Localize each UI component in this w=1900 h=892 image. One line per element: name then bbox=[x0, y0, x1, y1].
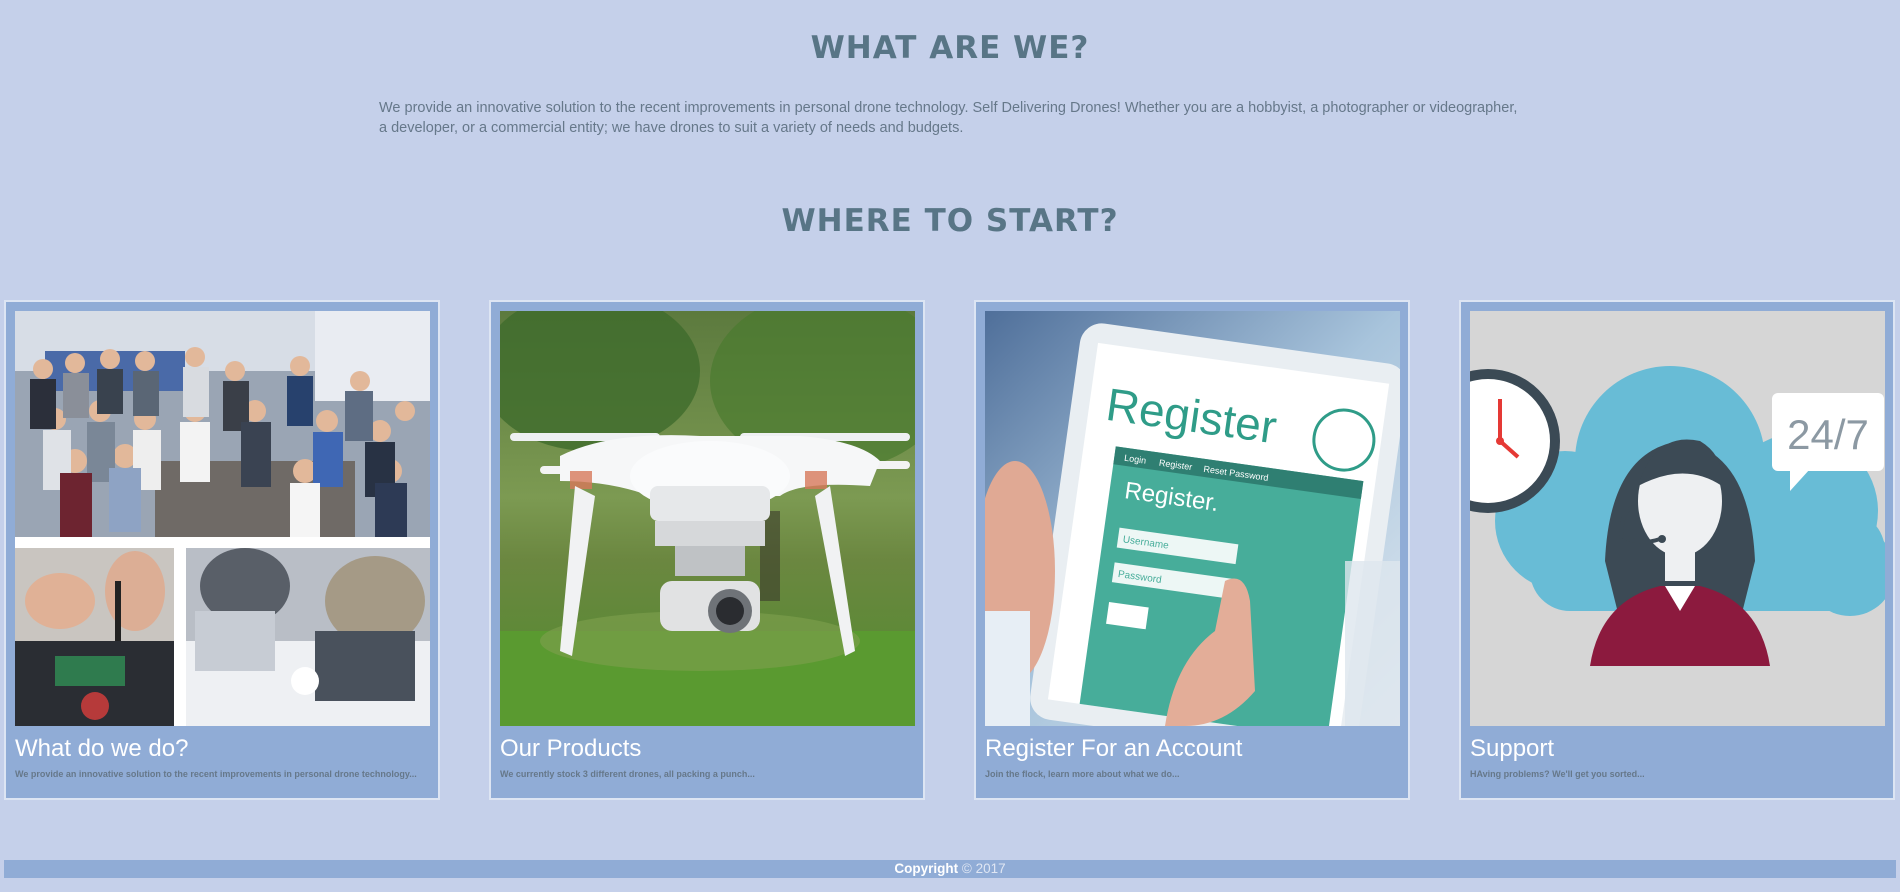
card-description: Join the flock, learn more about what we… bbox=[985, 769, 1180, 779]
start-heading: WHERE TO START? bbox=[781, 203, 1119, 239]
card-title[interactable]: Our Products bbox=[500, 735, 641, 763]
card-register[interactable]: Register Login Register Reset Password R… bbox=[974, 300, 1410, 800]
copyright-label: Copyright bbox=[894, 861, 959, 876]
drone-photo bbox=[500, 311, 915, 726]
footer: Copyright © 2017 bbox=[4, 860, 1896, 878]
card-title[interactable]: What do we do? bbox=[15, 735, 188, 763]
card-what-we-do[interactable]: What do we do? We provide an innovative … bbox=[4, 300, 440, 800]
about-text: We provide an innovative solution to the… bbox=[379, 100, 1518, 136]
card-description: HAving problems? We'll get you sorted... bbox=[1470, 769, 1645, 779]
about-heading: WHAT ARE WE? bbox=[810, 30, 1090, 66]
card-title[interactable]: Register For an Account bbox=[985, 735, 1242, 763]
support-badge-text: 24/7 bbox=[1787, 411, 1869, 458]
team-photo bbox=[15, 311, 430, 726]
register-tablet-photo: Register Login Register Reset Password R… bbox=[985, 311, 1400, 726]
card-title[interactable]: Support bbox=[1470, 735, 1554, 763]
card-description: We currently stock 3 different drones, a… bbox=[500, 769, 755, 779]
copyright-year: © 2017 bbox=[958, 861, 1006, 876]
support-agent-illustration: 24/7 bbox=[1470, 311, 1885, 726]
card-support[interactable]: 24/7 Support HAving problems? We'll get … bbox=[1459, 300, 1895, 800]
card-our-products[interactable]: Our Products We currently stock 3 differ… bbox=[489, 300, 925, 800]
card-description: We provide an innovative solution to the… bbox=[15, 769, 417, 779]
